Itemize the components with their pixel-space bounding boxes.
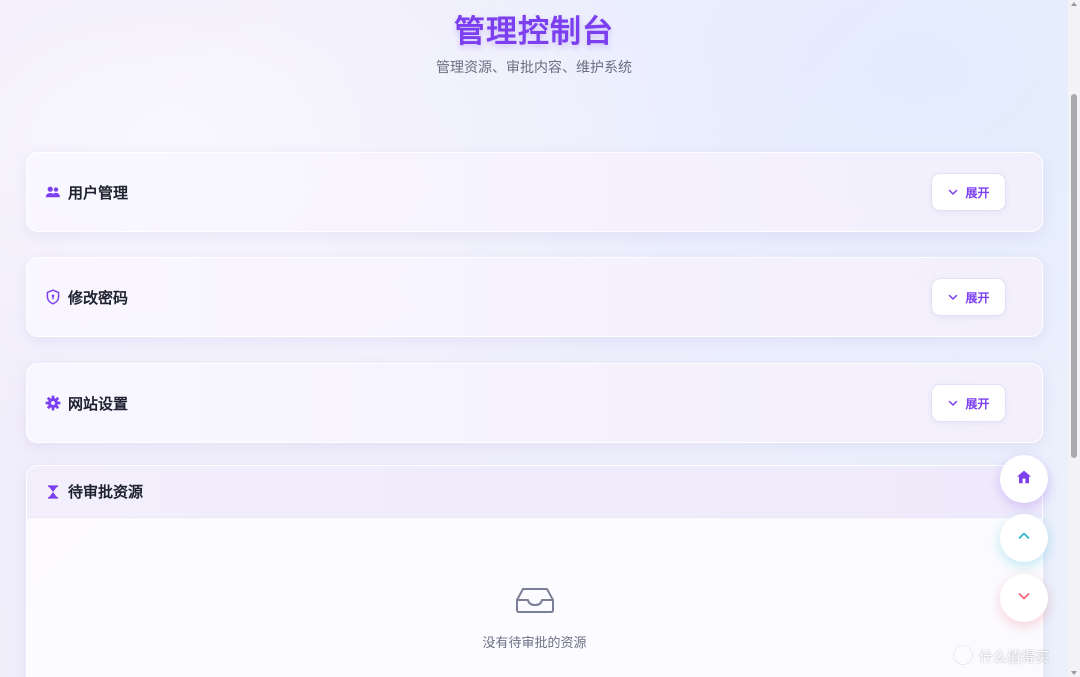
- expand-button-label: 展开: [965, 185, 990, 200]
- shield-icon: [45, 289, 61, 305]
- expand-button[interactable]: 展开: [931, 384, 1006, 422]
- chevron-down-icon: [947, 291, 959, 303]
- panel-change-password[interactable]: 修改密码 展开: [26, 257, 1043, 337]
- panel-title: 网站设置: [68, 394, 129, 413]
- hourglass-icon: [45, 484, 61, 500]
- home-icon: [1016, 469, 1032, 489]
- panel-title: 用户管理: [68, 183, 129, 202]
- chevron-up-icon: [1016, 528, 1032, 548]
- page-subtitle: 管理资源、审批内容、维护系统: [436, 60, 632, 76]
- chevron-down-icon: [947, 186, 959, 198]
- watermark-text: 什么值得买: [979, 650, 1049, 666]
- scrollbar-up-arrow[interactable]: [1071, 2, 1077, 6]
- empty-text: 没有待审批的资源: [482, 636, 587, 651]
- scroll-up-button[interactable]: [1000, 514, 1048, 562]
- empty-state: 没有待审批的资源: [27, 586, 1042, 651]
- expand-button[interactable]: 展开: [931, 278, 1006, 316]
- watermark: 什么值得买: [952, 644, 1049, 670]
- chevron-down-icon: [1016, 588, 1032, 608]
- pending-title: 待审批资源: [68, 483, 144, 501]
- scrollbar-down-arrow[interactable]: [1071, 671, 1077, 675]
- panel-user-management[interactable]: 用户管理 展开: [26, 152, 1043, 232]
- expand-button[interactable]: 展开: [931, 173, 1006, 211]
- pending-header: 待审批资源: [27, 466, 1042, 518]
- pending-resources-card: 待审批资源 没有待审批的资源: [26, 465, 1043, 677]
- home-button[interactable]: [1000, 455, 1048, 503]
- scrollbar-thumb[interactable]: [1071, 94, 1077, 458]
- watermark-logo-icon: [952, 644, 974, 670]
- page-header: 管理控制台 管理资源、审批内容、维护系统: [0, 6, 1068, 77]
- users-icon: [45, 184, 61, 200]
- expand-button-label: 展开: [965, 290, 990, 305]
- scroll-down-button[interactable]: [1000, 574, 1048, 622]
- chevron-down-icon: [947, 397, 959, 409]
- panel-header-left: 修改密码: [45, 287, 128, 308]
- page-scrollbar[interactable]: [1068, 0, 1080, 677]
- panel-header-left: 用户管理: [45, 182, 128, 203]
- expand-button-label: 展开: [965, 396, 990, 411]
- panel-title: 修改密码: [68, 288, 129, 307]
- panel-header-left: 网站设置: [45, 393, 128, 414]
- page-title: 管理控制台: [454, 14, 614, 50]
- inbox-icon: [515, 586, 555, 618]
- panel-site-settings[interactable]: 网站设置 展开: [26, 363, 1043, 443]
- gear-icon: [45, 395, 61, 411]
